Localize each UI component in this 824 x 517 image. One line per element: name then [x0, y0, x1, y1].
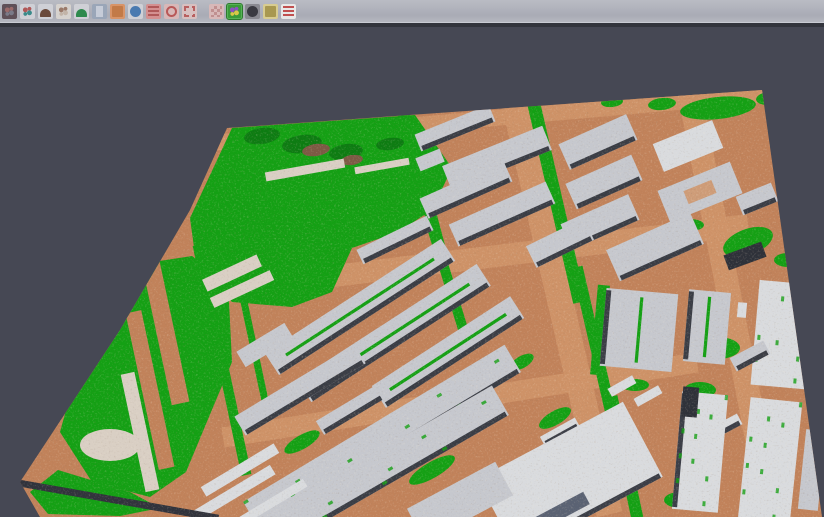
- classification-colors-icon[interactable]: [227, 4, 242, 19]
- app-window: [0, 0, 824, 517]
- camera-icon[interactable]: [245, 4, 260, 19]
- hill-terrain-icon[interactable]: [74, 4, 89, 19]
- viewport-3d[interactable]: [0, 0, 824, 517]
- marker-icon[interactable]: [56, 4, 71, 19]
- globe-icon[interactable]: [128, 4, 143, 19]
- point-cloud-icon[interactable]: [20, 4, 35, 19]
- mountain-icon[interactable]: [38, 4, 53, 19]
- toolbar-separator: [0, 23, 824, 27]
- target-icon[interactable]: [164, 4, 179, 19]
- raster-icon[interactable]: [110, 4, 125, 19]
- tag-icon[interactable]: [263, 4, 278, 19]
- scene-svg: [0, 0, 824, 517]
- open-project-icon[interactable]: [2, 4, 17, 19]
- measure-icon[interactable]: [281, 4, 296, 19]
- extents-icon[interactable]: [182, 4, 197, 19]
- list-icon[interactable]: [146, 4, 161, 19]
- profile-icon[interactable]: [92, 4, 107, 19]
- toolbar: [0, 0, 824, 23]
- grid-checker-icon[interactable]: [209, 4, 224, 19]
